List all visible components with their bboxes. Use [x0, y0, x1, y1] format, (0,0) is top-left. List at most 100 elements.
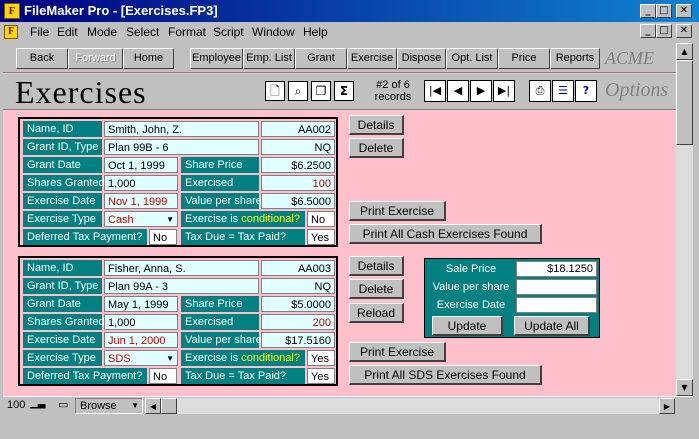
print-all-sds-button[interactable]: Print All SDS Exercises Found: [349, 365, 542, 385]
id-field[interactable]: AA003: [261, 260, 335, 276]
copy-icon[interactable]: ❐: [311, 81, 331, 101]
mode-selector[interactable]: Browse ▼: [75, 398, 143, 414]
exercise-date-field[interactable]: Jun 1, 2000: [104, 332, 178, 348]
name-field[interactable]: Smith, John, Z.: [104, 121, 259, 137]
share-price-field[interactable]: $6.2500: [261, 157, 335, 173]
exercise-date-input[interactable]: [516, 297, 597, 313]
exercised-field[interactable]: 200: [261, 314, 335, 330]
maximize-button[interactable]: □: [656, 4, 672, 18]
doc-minimize-button[interactable]: _: [640, 24, 656, 38]
emp-list-button[interactable]: Emp. List: [243, 48, 295, 69]
zoom-out-icon[interactable]: ▁▃: [30, 398, 45, 409]
deferred-tax-field[interactable]: No: [149, 229, 177, 245]
shares-granted-field[interactable]: 1,000: [104, 175, 178, 191]
grant-id-field[interactable]: Plan 99A - 3: [104, 278, 259, 294]
deferred-tax-field[interactable]: No: [149, 368, 177, 384]
minimize-button[interactable]: _: [640, 4, 656, 18]
exercise-is-text: Exercise is: [185, 213, 242, 225]
price-button[interactable]: Price: [498, 48, 550, 69]
details-button[interactable]: Details: [349, 115, 404, 135]
menu-script[interactable]: Script: [213, 25, 244, 39]
grant-type-field[interactable]: NQ: [261, 139, 335, 155]
document-icon[interactable]: F: [4, 25, 18, 39]
exercise-type-select[interactable]: Cash ▼: [104, 211, 178, 227]
conditional-field[interactable]: Yes: [307, 350, 335, 366]
previous-record-icon[interactable]: ◀: [447, 80, 469, 102]
tax-due-field[interactable]: Yes: [307, 368, 335, 384]
script-icon[interactable]: ☰: [552, 80, 574, 102]
employee-button[interactable]: Employee: [190, 48, 243, 69]
id-field[interactable]: AA002: [261, 121, 335, 137]
new-document-icon[interactable]: 🗋: [265, 81, 285, 101]
grant-button[interactable]: Grant: [295, 48, 347, 69]
menu-file[interactable]: File: [30, 25, 49, 39]
forward-button[interactable]: Forward: [68, 48, 123, 69]
window-title: FileMaker Pro - [Exercises.FP3]: [24, 3, 218, 18]
conditional-field[interactable]: No: [307, 211, 335, 227]
back-button[interactable]: Back: [16, 48, 68, 69]
exercise-date-field[interactable]: Nov 1, 1999: [104, 193, 178, 209]
vertical-scrollbar[interactable]: ▲ ▼: [676, 43, 693, 396]
horizontal-scroll-thumb[interactable]: [161, 398, 177, 414]
last-record-icon[interactable]: ▶|: [493, 80, 515, 102]
sigma-icon[interactable]: Σ: [334, 81, 354, 101]
opt-list-button[interactable]: Opt. List: [446, 48, 498, 69]
value-per-share-field[interactable]: $6.5000: [261, 193, 335, 209]
sale-price-field[interactable]: $18.1250: [516, 261, 597, 277]
share-price-field[interactable]: $5.0000: [261, 296, 335, 312]
grant-type-field[interactable]: NQ: [261, 278, 335, 294]
dropdown-arrow-icon[interactable]: ▼: [166, 212, 174, 228]
exercise-button[interactable]: Exercise: [347, 48, 397, 69]
dispose-button[interactable]: Dispose: [397, 48, 446, 69]
update-button[interactable]: Update: [432, 316, 503, 336]
print-all-cash-button[interactable]: Print All Cash Exercises Found: [349, 224, 542, 244]
name-field[interactable]: Fisher, Anna, S.: [104, 260, 259, 276]
horizontal-scrollbar[interactable]: ◀ ▶: [145, 398, 675, 414]
delete-button[interactable]: Delete: [349, 279, 404, 299]
scroll-left-icon[interactable]: ◀: [145, 398, 161, 414]
dropdown-arrow-icon[interactable]: ▼: [166, 351, 174, 367]
reload-button[interactable]: Reload: [349, 303, 404, 323]
tax-due-field[interactable]: Yes: [307, 229, 335, 245]
menu-select[interactable]: Select: [126, 25, 159, 39]
close-button[interactable]: ✕: [676, 4, 692, 18]
reports-button[interactable]: Reports: [550, 48, 600, 69]
next-record-icon[interactable]: ▶: [470, 80, 492, 102]
menu-format[interactable]: Format: [168, 25, 206, 39]
print-exercise-button[interactable]: Print Exercise: [349, 342, 446, 362]
shares-granted-field[interactable]: 1,000: [104, 314, 178, 330]
status-bar: 100 ▁▃ ▭ Browse ▼ ◀ ▶: [3, 396, 693, 414]
exercised-field[interactable]: 100: [261, 175, 335, 191]
menu-mode[interactable]: Mode: [87, 25, 117, 39]
exercise-type-select[interactable]: SDS ▼: [104, 350, 178, 366]
doc-restore-button[interactable]: □: [656, 24, 672, 38]
value-per-share-input[interactable]: [516, 279, 597, 295]
help-icon[interactable]: ?: [575, 80, 597, 102]
grant-date-field[interactable]: May 1, 1999: [104, 296, 178, 312]
grant-date-field[interactable]: Oct 1, 1999: [104, 157, 178, 173]
price-update-panel: Sale Price $18.1250 Value per share Exer…: [424, 258, 600, 338]
value-per-share-field[interactable]: $17.5160: [261, 332, 335, 348]
menu-window[interactable]: Window: [252, 25, 295, 39]
zoom-level[interactable]: 100: [7, 399, 25, 411]
menu-help[interactable]: Help: [303, 25, 328, 39]
options-link[interactable]: Options: [605, 79, 668, 102]
menu-edit[interactable]: Edit: [57, 25, 78, 39]
home-button[interactable]: Home: [123, 48, 174, 69]
scroll-up-icon[interactable]: ▲: [676, 43, 693, 60]
filemaker-app-icon[interactable]: F: [4, 3, 20, 19]
grant-id-field[interactable]: Plan 99B - 6: [104, 139, 259, 155]
doc-close-button[interactable]: ✕: [676, 24, 692, 38]
update-all-button[interactable]: Update All: [514, 316, 590, 336]
print-exercise-button[interactable]: Print Exercise: [349, 201, 446, 221]
find-icon[interactable]: ⌕: [288, 81, 308, 101]
print-icon[interactable]: ⎙: [529, 80, 551, 102]
page-title: Exercises: [15, 74, 147, 110]
status-area-icon[interactable]: ▭: [58, 398, 68, 411]
details-button[interactable]: Details: [349, 256, 404, 276]
first-record-icon[interactable]: |◀: [424, 80, 446, 102]
scroll-right-icon[interactable]: ▶: [659, 398, 675, 414]
scroll-down-icon[interactable]: ▼: [676, 379, 693, 396]
scroll-thumb[interactable]: [676, 60, 693, 145]
delete-button[interactable]: Delete: [349, 138, 404, 158]
